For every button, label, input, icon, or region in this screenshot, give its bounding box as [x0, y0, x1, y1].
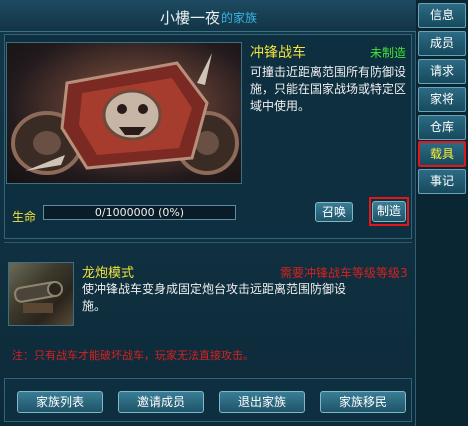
tab-requests[interactable]: 请求	[418, 59, 466, 84]
vehicle-image	[6, 42, 242, 184]
family-window: 小樓一夜 的家族 冲锋战车 未制造 可撞击近距离范围所有防御设施，只能在国家战场…	[0, 0, 416, 426]
family-list-button[interactable]: 家族列表	[17, 391, 103, 413]
make-button[interactable]: 制造	[372, 201, 406, 222]
tab-vehicles-label: 载具	[429, 147, 454, 161]
family-name: 小樓一夜	[160, 9, 221, 27]
tab-info-label: 信息	[429, 8, 454, 22]
vehicle-name: 冲锋战车	[250, 45, 306, 61]
tab-members[interactable]: 成员	[418, 31, 466, 56]
cannon-icon	[14, 281, 63, 313]
tab-requests-label: 请求	[429, 64, 454, 78]
summon-button[interactable]: 召唤	[315, 202, 353, 222]
leave-family-button[interactable]: 退出家族	[219, 391, 305, 413]
tab-generals[interactable]: 家将	[418, 87, 466, 112]
skill-description: 使冲锋战车变身成固定炮台攻击远距离范围防御设施。	[82, 282, 347, 313]
battle-chariot-icon	[11, 53, 239, 175]
hp-value: 0/1000000 (0%)	[94, 206, 185, 219]
skill-name: 龙炮模式	[82, 266, 135, 281]
tab-warehouse[interactable]: 仓库	[418, 115, 466, 140]
tab-vehicles[interactable]: 载具	[418, 141, 466, 167]
skill-requirement: 需要冲锋战车等级等级3	[280, 266, 408, 280]
vehicle-status: 未制造	[370, 46, 407, 60]
tab-events-label: 事记	[429, 174, 454, 188]
tab-generals-label: 家将	[429, 92, 454, 106]
tab-events[interactable]: 事记	[418, 169, 466, 194]
tab-warehouse-label: 仓库	[429, 120, 454, 134]
attack-note: 注：只有战车才能破坏战车，玩家无法直接攻击。	[12, 349, 254, 362]
hp-label: 生命	[12, 210, 37, 224]
vehicle-description: 可撞击近距离范围所有防御设施，只能在国家战场或特定区域中使用。	[250, 65, 407, 113]
section-divider	[4, 242, 412, 243]
invite-member-button[interactable]: 邀请成员	[118, 391, 204, 413]
title-bar: 小樓一夜 的家族	[0, 0, 416, 32]
tab-members-label: 成员	[429, 36, 454, 50]
hp-bar: 0/1000000 (0%)	[43, 205, 236, 220]
family-title-suffix: 的家族	[221, 11, 258, 25]
tab-info[interactable]: 信息	[418, 3, 466, 28]
skill-icon	[8, 262, 74, 326]
family-migrate-button[interactable]: 家族移民	[320, 391, 406, 413]
